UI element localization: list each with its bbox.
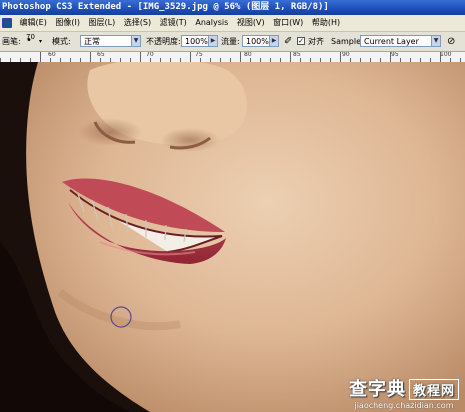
watermark-url: jiaocheng.chazidian.com [354, 401, 454, 410]
app-icon[interactable] [2, 17, 12, 28]
watermark-site-tag: 教程网 [408, 379, 459, 400]
menu-view[interactable]: 视图(V) [234, 15, 268, 31]
tool-options-bar: 画笔: 70 • ▾ 模式: 正常 ▼ 不透明度: 100% ▶ 流量: 100… [0, 32, 465, 52]
ruler-tick [40, 52, 41, 62]
watermark: 查字典 教程网 jiaocheng.chazidian.com [349, 375, 459, 410]
ruler-tick [290, 52, 291, 62]
aligned-checkbox[interactable]: ✓ [297, 37, 305, 45]
flow-slider-icon[interactable]: ▶ [269, 35, 279, 47]
menu-filter[interactable]: 滤镜(T) [157, 15, 190, 31]
mode-label: 模式: [52, 37, 71, 46]
menu-help[interactable]: 帮助(H) [309, 15, 343, 31]
flow-label: 流量: [221, 37, 240, 46]
aligned-label: 对齐 [308, 37, 324, 46]
opacity-input[interactable]: 100% [181, 35, 209, 47]
document-canvas[interactable]: 查字典 教程网 jiaocheng.chazidian.com [0, 62, 465, 412]
ruler-tick [190, 52, 191, 62]
ruler-tick [390, 52, 391, 62]
ruler-label: 90 [342, 52, 350, 58]
ruler-tick [440, 52, 441, 62]
menu-analysis[interactable]: Analysis [192, 15, 231, 31]
mode-select[interactable]: 正常 [80, 35, 132, 47]
window-title: Photoshop CS3 Extended - [IMG_3529.jpg @… [2, 2, 329, 12]
airbrush-icon[interactable]: ✐ [284, 32, 292, 51]
brush-dropdown-icon[interactable]: ▾ [39, 32, 42, 51]
flow-input[interactable]: 100% [242, 35, 270, 47]
brush-label: 画笔: [2, 37, 21, 46]
sample-label: Sample: [331, 37, 364, 46]
ruler-tick [240, 52, 241, 62]
ruler-tick [140, 52, 141, 62]
mode-dropdown-icon[interactable]: ▼ [131, 35, 141, 47]
ruler-label: 95 [391, 52, 399, 58]
opacity-slider-icon[interactable]: ▶ [208, 35, 218, 47]
photo-image [0, 62, 465, 412]
title-bar: Photoshop CS3 Extended - [IMG_3529.jpg @… [0, 0, 465, 15]
menu-bar: 编辑(E) 图像(I) 图层(L) 选择(S) 滤镜(T) Analysis 视… [0, 15, 465, 32]
ignore-adjustment-icon[interactable]: ⊘ [447, 32, 455, 51]
menu-select[interactable]: 选择(S) [121, 15, 154, 31]
menu-image[interactable]: 图像(I) [52, 15, 83, 31]
ruler-tick [90, 52, 91, 62]
sample-select[interactable]: Current Layer [360, 35, 432, 47]
menu-layer[interactable]: 图层(L) [86, 15, 119, 31]
ruler-label: 75 [195, 52, 203, 58]
opacity-label: 不透明度: [146, 37, 181, 46]
menu-edit[interactable]: 编辑(E) [17, 15, 50, 31]
sample-dropdown-icon[interactable]: ▼ [431, 35, 441, 47]
menu-window[interactable]: 窗口(W) [270, 15, 306, 31]
watermark-site-name: 查字典 [348, 379, 406, 400]
brush-preview-icon[interactable]: • [26, 36, 32, 46]
ruler-tick [340, 52, 341, 62]
